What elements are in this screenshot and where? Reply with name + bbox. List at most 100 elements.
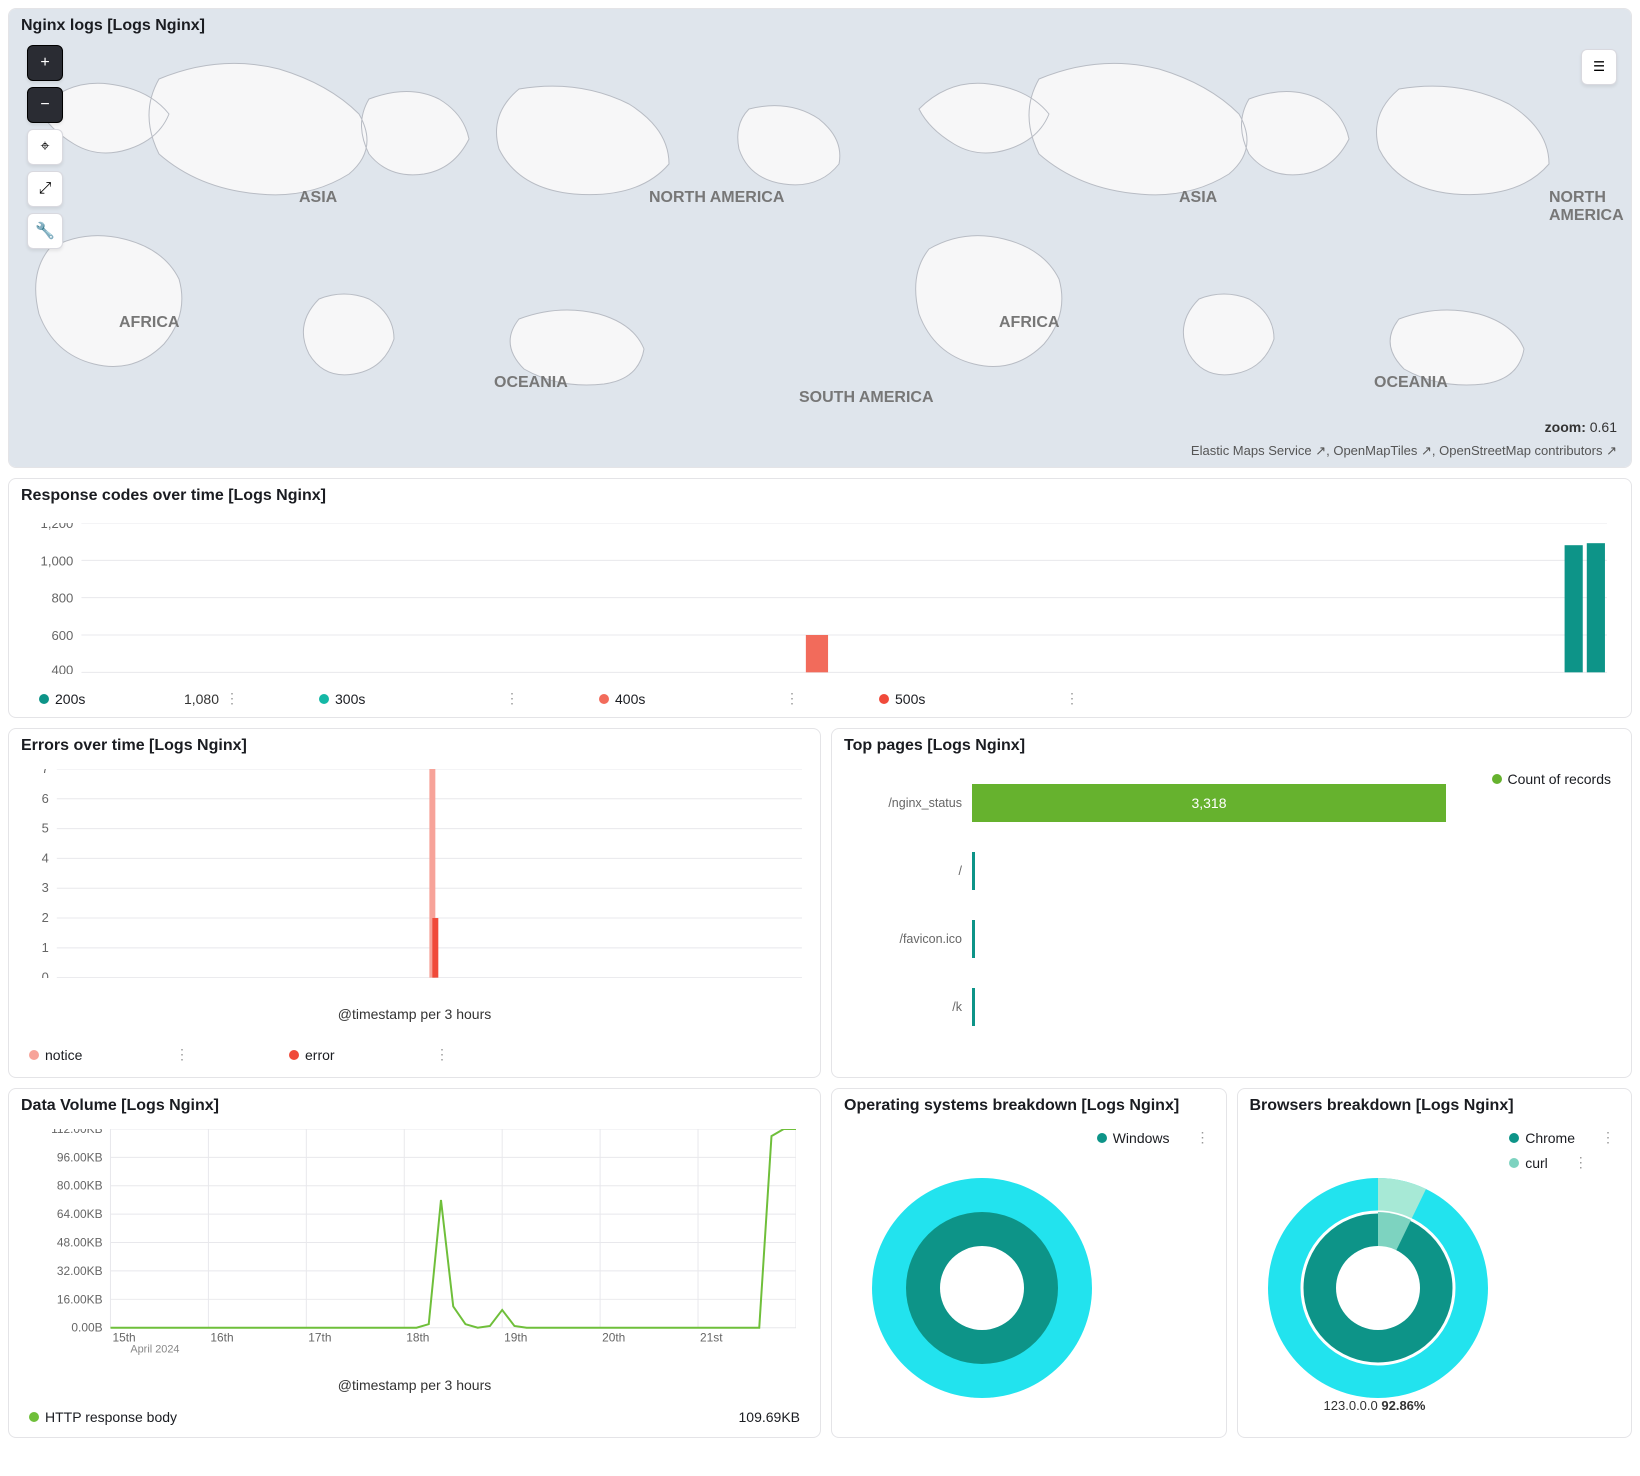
svg-text:4: 4: [42, 850, 49, 865]
legend-dot-icon: [29, 1412, 39, 1422]
top-pages-bar[interactable]: [972, 852, 975, 890]
fit-bounds-button[interactable]: ⤢: [27, 171, 63, 207]
legend-item-500s[interactable]: 500s ⋮: [879, 690, 1079, 707]
legend-item-http-body[interactable]: HTTP response body: [29, 1409, 177, 1425]
world-silhouette-left: [8, 39, 869, 439]
errors-x-axis-label: @timestamp per 3 hours: [9, 1006, 820, 1022]
top-pages-row[interactable]: /nginx_status3,318: [852, 769, 1446, 837]
data-volume-line[interactable]: [110, 1129, 795, 1328]
legend-menu-button[interactable]: ⋮: [175, 1046, 189, 1063]
map-controls: + − ⌖ ⤢ 🔧: [27, 45, 63, 249]
crosshair-icon: ⌖: [40, 138, 49, 156]
legend-dot-icon: [289, 1050, 299, 1060]
plus-icon: +: [40, 54, 49, 72]
zoom-value: 0.61: [1590, 419, 1617, 435]
os-donut[interactable]: [852, 1149, 1112, 1427]
top-pages-category: /nginx_status: [852, 796, 972, 810]
top-pages-legend[interactable]: Count of records: [1492, 771, 1612, 787]
legend-dot-icon: [1509, 1133, 1519, 1143]
errors-title: Errors over time [Logs Nginx]: [9, 729, 820, 763]
response-bar-400s[interactable]: [806, 635, 828, 672]
legend-menu-button[interactable]: ⋮: [1574, 1154, 1588, 1171]
svg-text:5: 5: [42, 821, 49, 836]
legend-menu-button[interactable]: ⋮: [1196, 1129, 1210, 1146]
response-bar-200s-a[interactable]: [1565, 545, 1583, 672]
top-pages-row[interactable]: /k: [852, 973, 1446, 1041]
volume-legend-value: 109.69KB: [739, 1409, 801, 1425]
legend-item-error[interactable]: error ⋮: [289, 1046, 449, 1063]
legend-dot-icon: [879, 694, 889, 704]
top-pages-chart[interactable]: /nginx_status3,318//favicon.ico/k: [852, 769, 1446, 1067]
external-link-icon: ↗: [1421, 443, 1432, 458]
legend-item-notice[interactable]: notice ⋮: [29, 1046, 189, 1063]
legend-item-200s[interactable]: 200s 1,080 ⋮: [39, 690, 239, 707]
legend-menu-button[interactable]: ⋮: [785, 690, 799, 707]
svg-text:112.00KB: 112.00KB: [51, 1129, 102, 1136]
top-pages-panel: Top pages [Logs Nginx] /nginx_status3,31…: [831, 728, 1632, 1078]
errors-panel: Errors over time [Logs Nginx] 01234567 2…: [8, 728, 821, 1078]
locate-button[interactable]: ⌖: [27, 129, 63, 165]
browsers-donut[interactable]: [1248, 1149, 1508, 1427]
tools-button[interactable]: 🔧: [27, 213, 63, 249]
legend-dot-icon: [319, 694, 329, 704]
svg-text:32.00KB: 32.00KB: [57, 1264, 103, 1278]
top-pages-row[interactable]: /favicon.ico: [852, 905, 1446, 973]
browsers-breakdown-panel: Browsers breakdown [Logs Nginx] 123.0.0.…: [1237, 1088, 1633, 1438]
top-pages-bar[interactable]: [972, 920, 975, 958]
data-volume-panel: Data Volume [Logs Nginx] 0.00B16.00KB32.…: [8, 1088, 821, 1438]
top-pages-bar[interactable]: 3,318: [972, 784, 1446, 822]
map-body[interactable]: ASIA NORTH AMERICA AFRICA OCEANIA SOUTH …: [9, 9, 1631, 467]
legend-menu-button[interactable]: ⋮: [435, 1046, 449, 1063]
os-breakdown-panel: Operating systems breakdown [Logs Nginx]…: [831, 1088, 1227, 1438]
external-link-icon: ↗: [1606, 443, 1617, 458]
legend-item-windows[interactable]: Windows ⋮: [1097, 1129, 1210, 1146]
svg-text:80.00KB: 80.00KB: [57, 1179, 103, 1193]
svg-text:16.00KB: 16.00KB: [57, 1292, 103, 1306]
legend-dot-icon: [1097, 1133, 1107, 1143]
zoom-out-button[interactable]: −: [27, 87, 63, 123]
svg-text:400: 400: [51, 662, 73, 674]
attribution-osm-link[interactable]: OpenStreetMap contributors ↗: [1439, 443, 1617, 458]
legend-item-chrome[interactable]: Chrome ⋮: [1509, 1129, 1615, 1146]
os-breakdown-title: Operating systems breakdown [Logs Nginx]: [832, 1089, 1226, 1123]
svg-text:2: 2: [42, 910, 49, 925]
top-pages-bar[interactable]: [972, 988, 975, 1026]
svg-text:1,000: 1,000: [41, 553, 74, 568]
errors-chart[interactable]: 01234567 2024-04-15 00:002024-04-17 00:0…: [27, 769, 802, 978]
errors-bar-error[interactable]: [432, 918, 438, 978]
continent-asia-1: ASIA: [299, 189, 337, 207]
continent-namerica-1: NORTH AMERICA: [649, 189, 784, 207]
response-codes-legend: 200s 1,080 ⋮ 300s ⋮ 400s ⋮ 500s: [39, 690, 1079, 707]
volume-x-axis-label: @timestamp per 3 hours: [9, 1377, 820, 1393]
svg-text:6: 6: [42, 791, 49, 806]
legend-menu-button[interactable]: ⋮: [1065, 690, 1079, 707]
layers-button[interactable]: ☰: [1581, 49, 1617, 85]
external-link-icon: ↗: [1315, 443, 1326, 458]
top-pages-category: /favicon.ico: [852, 932, 972, 946]
legend-item-curl[interactable]: curl ⋮: [1509, 1154, 1615, 1171]
zoom-in-button[interactable]: +: [27, 45, 63, 81]
attribution-omt-link[interactable]: OpenMapTiles ↗: [1333, 443, 1432, 458]
data-volume-title: Data Volume [Logs Nginx]: [9, 1089, 820, 1123]
map-title: Nginx logs [Logs Nginx]: [9, 9, 217, 43]
svg-text:18th: 18th: [406, 1331, 429, 1345]
top-pages-row[interactable]: /: [852, 837, 1446, 905]
continent-samerica-1: SOUTH AMERICA: [799, 389, 934, 407]
errors-legend: notice ⋮ error ⋮: [29, 1046, 449, 1063]
response-codes-chart[interactable]: 1,200 1,000 800 600 400: [33, 523, 1607, 674]
data-volume-chart[interactable]: 0.00B16.00KB32.00KB48.00KB64.00KB80.00KB…: [31, 1129, 796, 1358]
world-silhouette-right: [869, 39, 1632, 439]
legend-menu-button[interactable]: ⋮: [505, 690, 519, 707]
response-bar-200s-b[interactable]: [1587, 543, 1605, 672]
continent-oceania-2: OCEANIA: [1374, 374, 1448, 392]
top-pages-category: /k: [852, 1000, 972, 1014]
legend-menu-button[interactable]: ⋮: [1601, 1129, 1615, 1146]
svg-text:20th: 20th: [602, 1331, 625, 1345]
attribution-elastic-link[interactable]: Elastic Maps Service ↗: [1191, 443, 1326, 458]
legend-item-300s[interactable]: 300s ⋮: [319, 690, 519, 707]
zoom-indicator: zoom: 0.61: [1545, 419, 1617, 435]
layers-icon: ☰: [1593, 59, 1605, 75]
legend-menu-button[interactable]: ⋮: [225, 690, 239, 707]
legend-item-400s[interactable]: 400s ⋮: [599, 690, 799, 707]
svg-text:21st: 21st: [700, 1331, 723, 1345]
